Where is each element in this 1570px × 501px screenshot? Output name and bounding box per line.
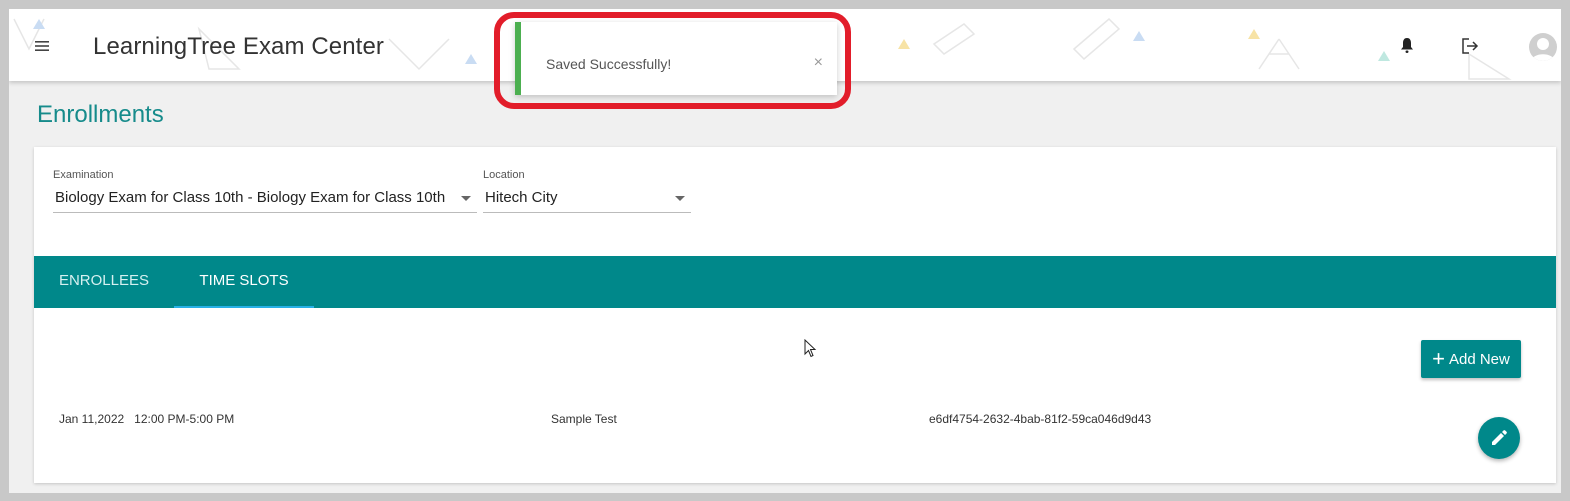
bell-icon — [1401, 38, 1413, 53]
tab-bar: ENROLLEES TIME SLOTS — [34, 256, 1556, 308]
add-new-label: Add New — [1448, 350, 1510, 368]
mouse-cursor-icon — [804, 339, 817, 358]
logout-button[interactable] — [1461, 37, 1483, 59]
tab-enrollees[interactable]: ENROLLEES — [34, 256, 174, 308]
success-toast: Saved Successfully! × — [515, 22, 837, 95]
examination-select[interactable]: Examination Biology Exam for Class 10th … — [53, 169, 477, 213]
location-value: Hitech City — [485, 189, 558, 206]
edit-time-slot-button[interactable] — [1478, 417, 1520, 459]
app-title: LearningTree Exam Center — [93, 33, 384, 60]
tab-time-slots[interactable]: TIME SLOTS — [174, 256, 314, 308]
location-value-field[interactable]: Hitech City — [483, 189, 691, 213]
hamburger-menu-button[interactable] — [31, 35, 53, 57]
time-slot-name: Sample Test — [551, 412, 617, 426]
examination-value-field[interactable]: Biology Exam for Class 10th - Biology Ex… — [53, 189, 477, 213]
close-icon[interactable]: × — [814, 54, 823, 72]
pencil-icon — [1492, 430, 1507, 445]
notifications-button[interactable] — [1399, 37, 1419, 57]
toast-message: Saved Successfully! — [546, 56, 672, 72]
time-slot-datetime: Jan 11,2022 12:00 PM-5:00 PM — [59, 412, 235, 426]
hamburger-menu-icon — [35, 41, 49, 51]
examination-label: Examination — [53, 169, 114, 181]
location-select[interactable]: Location Hitech City — [483, 169, 691, 213]
user-avatar-icon — [1531, 38, 1555, 61]
app-window: LearningTree Exam Center Enrollments Exa… — [9, 9, 1561, 493]
enrollments-card: Examination Biology Exam for Class 10th … — [34, 147, 1556, 483]
time-slot-id: e6df4754-2632-4bab-81f2-59ca046d9d43 — [929, 412, 1152, 426]
user-avatar[interactable] — [1529, 33, 1557, 61]
logout-icon — [1462, 38, 1479, 54]
examination-value: Biology Exam for Class 10th - Biology Ex… — [55, 189, 446, 206]
location-label: Location — [483, 169, 525, 181]
page-title: Enrollments — [37, 101, 164, 128]
chevron-down-icon — [675, 196, 685, 201]
plus-icon: + — [1432, 346, 1445, 371]
chevron-down-icon — [461, 196, 471, 201]
add-new-button[interactable]: + Add New — [1421, 340, 1521, 378]
